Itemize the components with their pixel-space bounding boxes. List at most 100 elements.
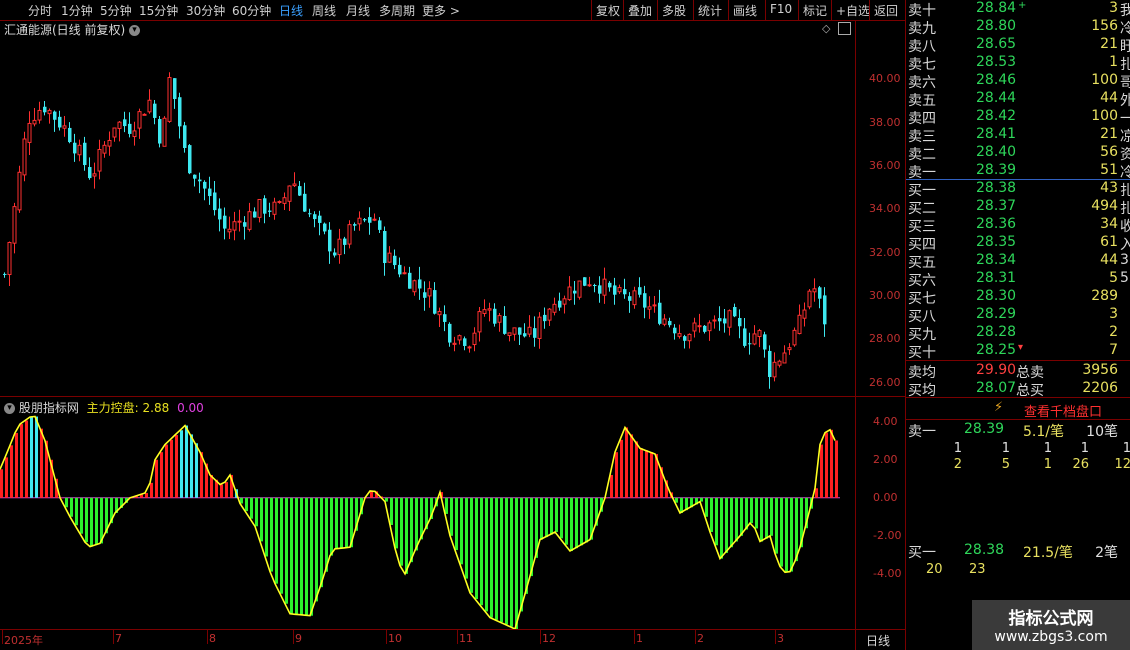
xaxis-label: 8 xyxy=(209,632,216,645)
indicator-bar xyxy=(0,469,3,498)
orderbook-row[interactable]: 买一 28.38 43 扎 xyxy=(906,180,1130,199)
candle-body xyxy=(423,292,427,298)
toolbar-separator xyxy=(693,0,694,20)
indicator-bar xyxy=(70,497,73,517)
timeframe-9[interactable]: 多周期 xyxy=(379,2,415,19)
orderbook-row[interactable]: 卖六 28.46 100 哥 xyxy=(906,72,1130,91)
candlestick-chart[interactable] xyxy=(0,38,855,398)
toolbar-button-0[interactable]: 复权 xyxy=(596,2,620,19)
toolbar-button-8[interactable]: 返回 xyxy=(874,2,898,19)
indicator-bar xyxy=(490,497,493,618)
indicator-bar xyxy=(175,435,178,498)
candle-body xyxy=(112,127,117,138)
indicator-chart[interactable] xyxy=(0,397,855,629)
period-label[interactable]: 日线 xyxy=(866,632,890,649)
view-depth-link[interactable]: 查看千档盘口 xyxy=(1024,401,1102,420)
orderbook-row[interactable]: 卖二 28.40 56 资 xyxy=(906,144,1130,163)
orderbook-row[interactable]: 买七 28.30 289 xyxy=(906,288,1130,307)
timeframe-8[interactable]: 月线 xyxy=(346,2,370,19)
candle-body xyxy=(232,221,237,231)
candle-body xyxy=(137,111,142,129)
level-volume: 51 xyxy=(1100,162,1118,178)
orderbook-row[interactable]: 买六 28.31 5 5 xyxy=(906,270,1130,289)
timeframe-1[interactable]: 1分钟 xyxy=(61,2,93,19)
orderbook-row[interactable]: 买五 28.34 44 3 xyxy=(906,252,1130,271)
toolbar-button-4[interactable]: 画线 xyxy=(733,2,757,19)
depth-header[interactable]: 买一 28.38 21.5/笔 2笔 xyxy=(906,542,1130,561)
candle-body xyxy=(128,123,132,134)
timeframe-3[interactable]: 15分钟 xyxy=(139,2,178,19)
indicator-bar xyxy=(190,434,193,498)
lightning-icon: ⚡ xyxy=(994,400,1004,415)
orderbook-row[interactable]: 买二 28.37 494 扎 xyxy=(906,198,1130,217)
orderbook-row[interactable]: 买十 28.25 ▾ 7 xyxy=(906,342,1130,361)
level-label: 买六 xyxy=(908,273,936,289)
candle-body xyxy=(3,273,7,275)
candle-body xyxy=(58,116,62,128)
candle-body xyxy=(253,211,257,218)
indicator-bar xyxy=(330,497,333,556)
orderbook-row[interactable]: 买八 28.29 3 xyxy=(906,306,1130,325)
orderbook-row[interactable]: 卖八 28.65 21 盱 xyxy=(906,36,1130,55)
toolbar-button-2[interactable]: 多股 xyxy=(662,2,686,19)
candle-body xyxy=(662,318,667,325)
candle-body xyxy=(287,185,292,202)
candle-body xyxy=(32,119,37,125)
indicator-bar xyxy=(305,497,308,616)
indicator-bar xyxy=(460,497,463,565)
orderbook-row[interactable]: 买九 28.28 2 xyxy=(906,324,1130,343)
orderbook-row[interactable]: 卖七 28.53 1 扎 xyxy=(906,54,1130,73)
candle-body xyxy=(617,287,622,293)
candle-body xyxy=(153,103,157,118)
orderbook-row[interactable]: 卖九 28.80 156 冷 xyxy=(906,18,1130,37)
timeframe-4[interactable]: 30分钟 xyxy=(186,2,225,19)
candle-body xyxy=(22,138,27,176)
toolbar-button-7[interactable]: +自选 xyxy=(836,2,870,19)
candle-body xyxy=(643,293,647,308)
orderbook-row[interactable]: 买四 28.35 61 入 xyxy=(906,234,1130,253)
orderbook-row[interactable]: 买三 28.36 34 收 xyxy=(906,216,1130,235)
toolbar-button-5[interactable]: F10 xyxy=(770,2,792,16)
diamond-icon[interactable]: ◇ xyxy=(822,22,830,35)
clipped-text: 凉 xyxy=(1120,129,1130,145)
toolbar-separator xyxy=(657,0,658,20)
indicator-bar xyxy=(630,434,633,498)
orderbook-row[interactable]: 卖一 28.39 51 冷 xyxy=(906,162,1130,181)
window-toggle-icon[interactable] xyxy=(838,22,851,35)
depth-header[interactable]: 卖一 28.39 5.1/笔 10笔 xyxy=(906,421,1130,440)
candle-body xyxy=(418,279,422,289)
orderbook-row[interactable]: 卖十 28.84 +3 我 xyxy=(906,0,1130,19)
clipped-text: 扎 xyxy=(1120,183,1130,199)
orderbook-row[interactable]: 卖五 28.44 44 外 xyxy=(906,90,1130,109)
toolbar-button-1[interactable]: 叠加 xyxy=(628,2,652,19)
candle-body xyxy=(167,77,172,122)
total-label: 总卖 xyxy=(1016,365,1044,381)
indicator-bar xyxy=(185,425,188,498)
timeframe-0[interactable]: 分时 xyxy=(28,2,52,19)
toolbar-button-3[interactable]: 统计 xyxy=(698,2,722,19)
candle-body xyxy=(198,179,202,182)
xaxis-border xyxy=(0,629,905,630)
timeframe-5[interactable]: 60分钟 xyxy=(232,2,271,19)
timeframe-2[interactable]: 5分钟 xyxy=(100,2,132,19)
indicator-bar xyxy=(495,497,498,620)
orderbook-row[interactable]: 卖三 28.41 21 凉 xyxy=(906,126,1130,145)
candle-body xyxy=(27,122,32,143)
indicator-bar xyxy=(145,493,148,498)
timeframe-7[interactable]: 周线 xyxy=(312,2,336,19)
toolbar-button-6[interactable]: 标记 xyxy=(803,2,827,19)
candle-body xyxy=(527,326,532,335)
clipped-text: 收 xyxy=(1120,219,1130,235)
candle-body xyxy=(92,173,97,177)
level-label: 卖五 xyxy=(908,93,936,109)
indicator-bar xyxy=(645,450,648,498)
indicator-bar xyxy=(585,497,588,543)
timeframe-6[interactable]: 日线 xyxy=(279,2,303,19)
price-tick: 32.00 xyxy=(869,245,901,259)
candle-body xyxy=(227,228,232,233)
timeframe-10[interactable]: 更多 > xyxy=(422,2,460,19)
orderbook-row[interactable]: 卖四 28.42 100 一 xyxy=(906,108,1130,127)
indicator-bar xyxy=(650,452,653,498)
indicator-bar xyxy=(455,497,458,551)
chevron-down-icon[interactable]: ▾ xyxy=(129,25,141,36)
